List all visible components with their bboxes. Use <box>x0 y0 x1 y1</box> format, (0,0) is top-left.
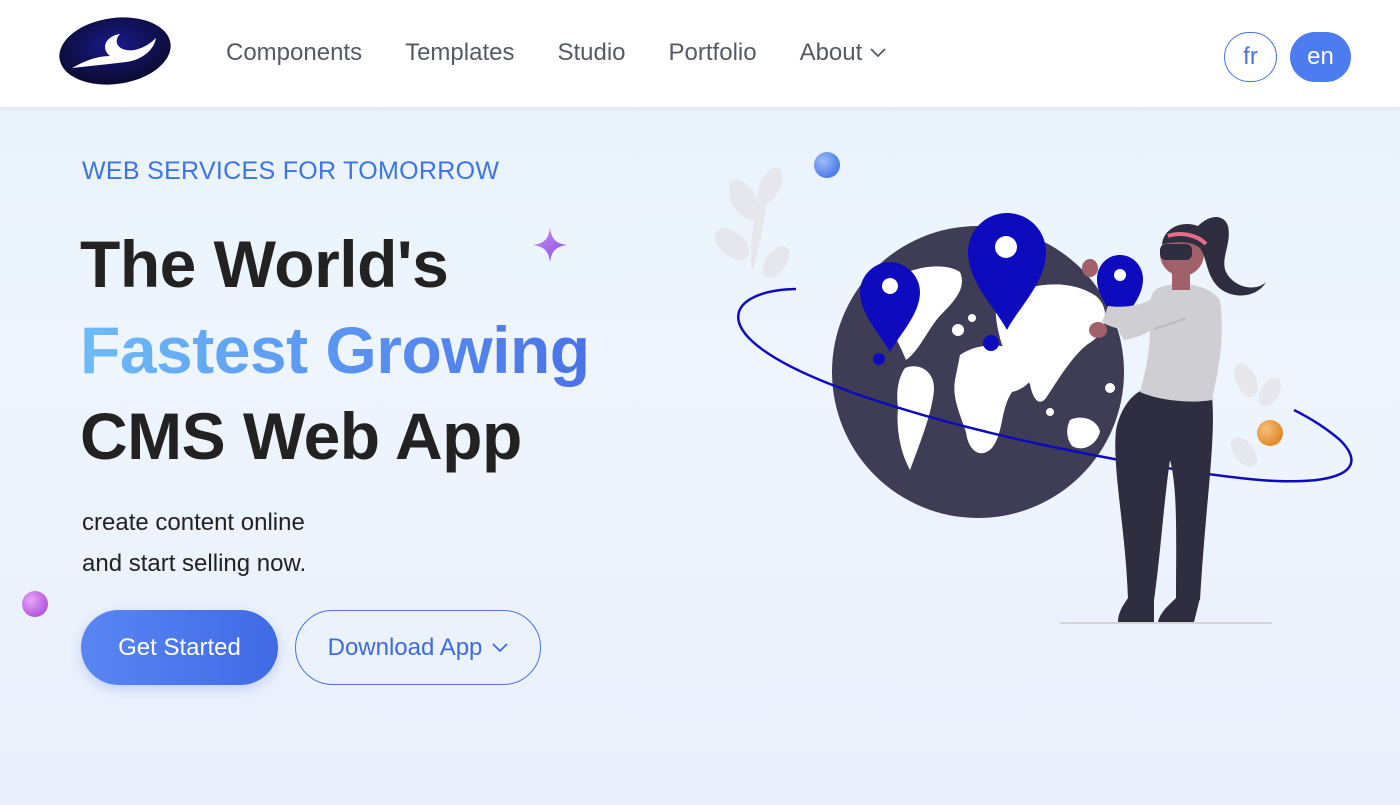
hero-eyebrow: WEB SERVICES FOR TOMORROW <box>82 157 500 185</box>
language-fr-button[interactable]: fr <box>1224 32 1277 82</box>
nav-item-label: Templates <box>405 39 515 66</box>
nav-item-studio[interactable]: Studio <box>557 34 625 72</box>
hero-headline-line2: Fastest Growing <box>80 310 590 390</box>
decorative-purple-dot <box>22 591 48 617</box>
chevron-down-icon <box>492 642 509 653</box>
download-app-label: Download App <box>327 633 483 661</box>
wave-logo-icon[interactable] <box>58 16 172 86</box>
get-started-button[interactable]: Get Started <box>81 610 278 685</box>
hero-subtitle-line1: create content online <box>82 509 305 536</box>
nav-item-about[interactable]: About <box>800 34 887 72</box>
main-nav: Components Templates Studio Portfolio Ab… <box>226 34 929 72</box>
nav-item-label: Portfolio <box>668 39 757 66</box>
hero-headline-line1: The World's <box>80 227 449 301</box>
language-en-button[interactable]: en <box>1290 32 1351 82</box>
hero-headline-line3: CMS Web App <box>80 399 522 473</box>
nav-item-portfolio[interactable]: Portfolio <box>669 34 757 72</box>
chevron-down-icon <box>870 48 886 58</box>
nav-item-label: Components <box>226 39 363 66</box>
download-app-button[interactable]: Download App <box>295 610 541 685</box>
nav-item-label: About <box>799 39 863 66</box>
nav-item-components[interactable]: Components <box>226 34 362 72</box>
world-map-woman-illustration <box>714 167 1353 624</box>
nav-item-label: Studio <box>557 39 626 66</box>
nav-item-templates[interactable]: Templates <box>405 34 514 72</box>
site-header: Components Templates Studio Portfolio Ab… <box>0 0 1400 108</box>
sparkle-icon <box>533 228 567 262</box>
hero-subtitle-line2: and start selling now. <box>82 550 307 577</box>
